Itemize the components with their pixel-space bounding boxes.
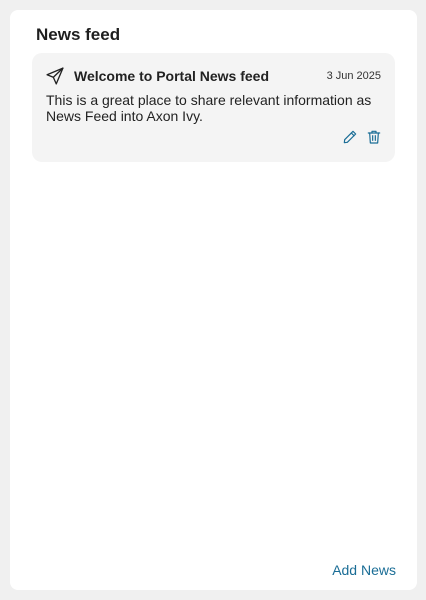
add-news-button[interactable]: Add News <box>332 562 396 578</box>
news-item: Welcome to Portal News feed 3 Jun 2025 T… <box>32 53 395 162</box>
news-item-actions <box>342 129 382 145</box>
panel-title: News feed <box>36 25 121 44</box>
delete-icon[interactable] <box>366 129 382 145</box>
news-item-date: 3 Jun 2025 <box>326 70 381 82</box>
send-icon <box>45 66 65 86</box>
news-item-body: This is a great place to share relevant … <box>46 92 372 124</box>
edit-icon[interactable] <box>342 129 358 145</box>
news-feed-panel: News feed Welcome to Portal News feed 3 … <box>10 10 417 590</box>
news-item-title: Welcome to Portal News feed <box>74 68 270 84</box>
